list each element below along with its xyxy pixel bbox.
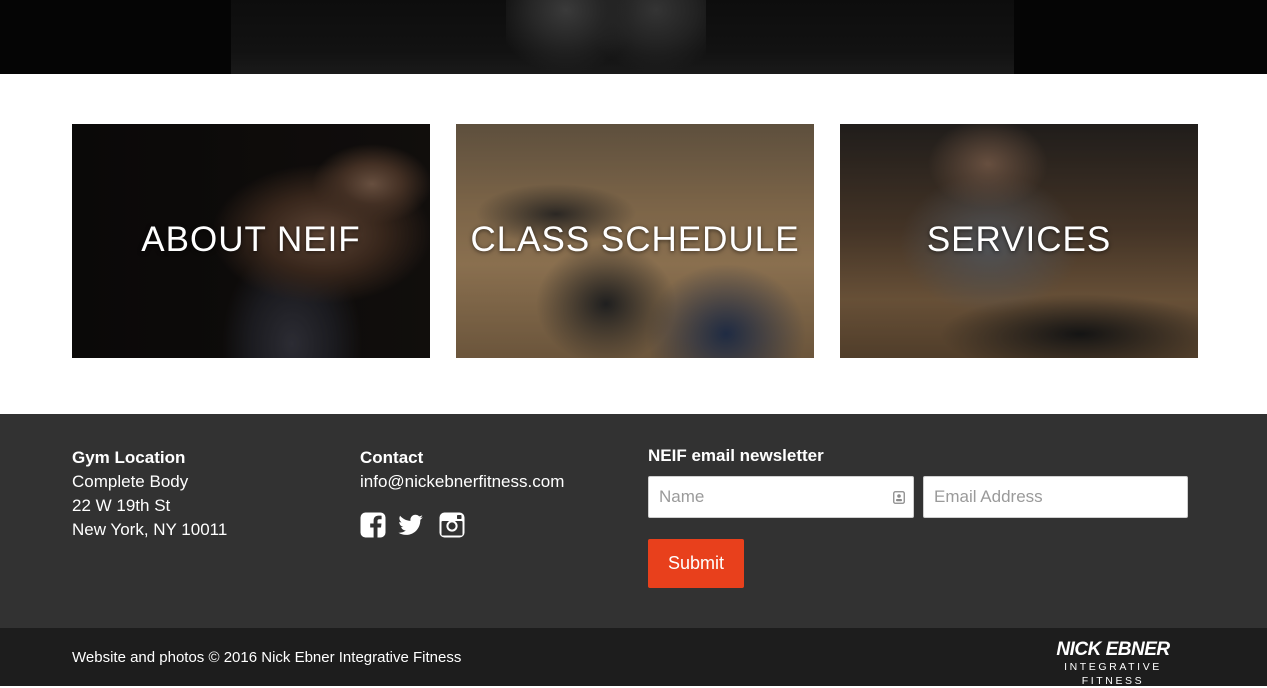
- tile-label: SERVICES: [926, 220, 1112, 259]
- name-input[interactable]: [648, 476, 914, 518]
- tile-services[interactable]: SERVICES: [840, 124, 1198, 358]
- tile-label: CLASS SCHEDULE: [470, 220, 800, 259]
- feature-tiles: ABOUT NEIF CLASS SCHEDULE SERVICES: [72, 124, 1198, 358]
- hero-photo-figure: [506, 0, 706, 74]
- site-footer: Gym Location Complete Body 22 W 19th St …: [0, 414, 1267, 628]
- contact-section: Contact info@nickebnerfitness.com: [360, 446, 564, 494]
- twitter-icon[interactable]: [398, 512, 424, 538]
- contact-email-link[interactable]: info@nickebnerfitness.com: [360, 472, 564, 491]
- email-address-input[interactable]: [923, 476, 1188, 518]
- location-line-2: 22 W 19th St: [72, 496, 171, 515]
- newsletter-section: NEIF email newsletter: [648, 445, 824, 467]
- gym-location: Gym Location Complete Body 22 W 19th St …: [72, 446, 227, 542]
- location-line-3: New York, NY 10011: [72, 520, 228, 539]
- tile-label: ABOUT NEIF: [141, 220, 361, 259]
- newsletter-heading: NEIF email newsletter: [648, 446, 824, 465]
- facebook-icon[interactable]: [360, 512, 386, 538]
- location-heading: Gym Location: [72, 448, 186, 467]
- brand-name: NICK EBNER: [1056, 639, 1170, 660]
- tile-about-neif[interactable]: ABOUT NEIF: [72, 124, 430, 358]
- instagram-icon[interactable]: [439, 512, 465, 538]
- hero-image: [0, 0, 1267, 74]
- contact-heading: Contact: [360, 448, 424, 467]
- tile-class-schedule[interactable]: CLASS SCHEDULE: [456, 124, 814, 358]
- brand-tagline: INTEGRATIVE FITNESS: [1064, 661, 1162, 687]
- location-line-1: Complete Body: [72, 472, 189, 491]
- brand-logo: NICK EBNER INTEGRATIVE FITNESS: [1031, 640, 1195, 688]
- copyright-text: Website and photos © 2016 Nick Ebner Int…: [72, 649, 462, 666]
- contact-card-icon: [893, 491, 905, 504]
- submit-button[interactable]: Submit: [648, 539, 744, 588]
- bottom-bar: Website and photos © 2016 Nick Ebner Int…: [0, 628, 1267, 688]
